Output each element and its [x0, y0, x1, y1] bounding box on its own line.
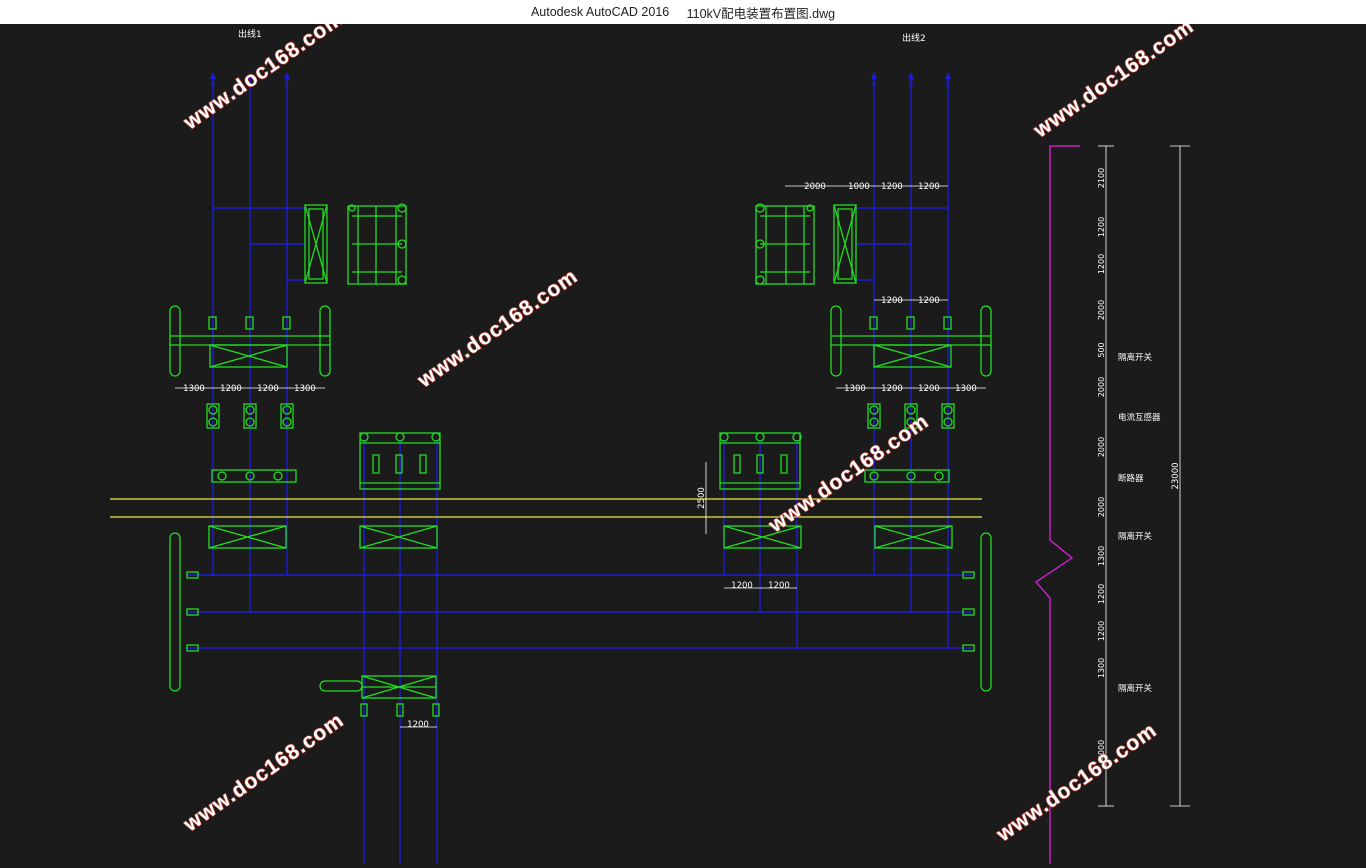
- svg-text:1200: 1200: [768, 581, 790, 591]
- svg-text:C: C: [285, 80, 290, 88]
- svg-text:2500: 2500: [697, 487, 707, 509]
- svg-text:www.doc168.com: www.doc168.com: [1029, 24, 1198, 143]
- svg-text:1200: 1200: [1097, 584, 1106, 604]
- svg-text:2100: 2100: [1097, 168, 1106, 188]
- svg-text:电流互感器: 电流互感器: [1118, 412, 1161, 423]
- svg-text:2000: 2000: [1097, 377, 1106, 397]
- svg-text:C: C: [946, 80, 951, 88]
- cad-drawing: 出线1 出线2 ABC ABC 1300 1200 1200 1300 2000…: [110, 6, 1199, 864]
- app-name: Autodesk AutoCAD 2016: [530, 5, 670, 19]
- svg-text:2000: 2000: [1097, 300, 1106, 320]
- phase-marks: ABC ABC: [211, 80, 951, 88]
- svg-text:www.doc168.com: www.doc168.com: [179, 709, 348, 837]
- svg-text:1300: 1300: [1097, 658, 1106, 678]
- svg-text:www.doc168.com: www.doc168.com: [413, 265, 582, 393]
- svg-text:隔离开关: 隔离开关: [1118, 352, 1153, 363]
- svg-text:1300: 1300: [294, 384, 316, 394]
- svg-text:2000: 2000: [804, 182, 826, 192]
- svg-text:1200: 1200: [918, 296, 940, 306]
- svg-text:2000: 2000: [1097, 437, 1106, 457]
- drawing-labels: 出线1 出线2: [238, 28, 926, 44]
- svg-text:1200: 1200: [1097, 217, 1106, 237]
- svg-text:www.doc168.com: www.doc168.com: [179, 24, 348, 135]
- svg-text:23000: 23000: [1171, 462, 1181, 489]
- svg-text:www.doc168.com: www.doc168.com: [992, 719, 1161, 847]
- svg-text:1200: 1200: [220, 384, 242, 394]
- svg-text:断路器: 断路器: [1118, 473, 1144, 484]
- svg-text:隔离开关: 隔离开关: [1118, 531, 1153, 542]
- outlet-label-1: 出线1: [238, 28, 262, 40]
- svg-text:1200: 1200: [881, 182, 903, 192]
- file-name: 110kV配电装置布置图.dwg: [686, 6, 836, 21]
- svg-text:1300: 1300: [955, 384, 977, 394]
- svg-text:1200: 1200: [881, 296, 903, 306]
- drawing-canvas[interactable]: 出线1 出线2 ABC ABC 1300 1200 1200 1300 2000…: [0, 6, 1366, 864]
- svg-text:1200: 1200: [1097, 254, 1106, 274]
- svg-text:2000: 2000: [1097, 497, 1106, 517]
- svg-text:1200: 1200: [731, 581, 753, 591]
- svg-text:1300: 1300: [183, 384, 205, 394]
- svg-text:A: A: [872, 80, 877, 88]
- phase-arrows: [210, 72, 951, 79]
- svg-text:1200: 1200: [918, 182, 940, 192]
- section-dimension-texts: 2100 1200 1200 2000 500 2000 2000 2000 1…: [1097, 168, 1106, 760]
- svg-text:1200: 1200: [918, 384, 940, 394]
- outlet-label-2: 出线2: [902, 32, 926, 44]
- svg-text:1300: 1300: [1097, 546, 1106, 566]
- svg-text:500: 500: [1097, 342, 1106, 357]
- svg-text:1200: 1200: [881, 384, 903, 394]
- svg-text:B: B: [909, 80, 914, 88]
- svg-text:1200: 1200: [407, 720, 429, 730]
- svg-text:A: A: [211, 80, 216, 88]
- svg-text:1300: 1300: [844, 384, 866, 394]
- title-bar: Autodesk AutoCAD 2016 110kV配电装置布置图.dwg: [0, 0, 1366, 25]
- section-component-labels: 隔离开关 电流互感器 断路器 隔离开关 隔离开关: [1118, 352, 1161, 694]
- main-busbar: [110, 498, 982, 518]
- svg-text:1200: 1200: [1097, 621, 1106, 641]
- svg-text:1200: 1200: [257, 384, 279, 394]
- watermarks: www.doc168.com www.doc168.com www.doc168…: [178, 6, 1199, 847]
- svg-text:1000: 1000: [848, 182, 870, 192]
- section-line: [1035, 145, 1080, 864]
- svg-text:隔离开关: 隔离开关: [1118, 683, 1153, 694]
